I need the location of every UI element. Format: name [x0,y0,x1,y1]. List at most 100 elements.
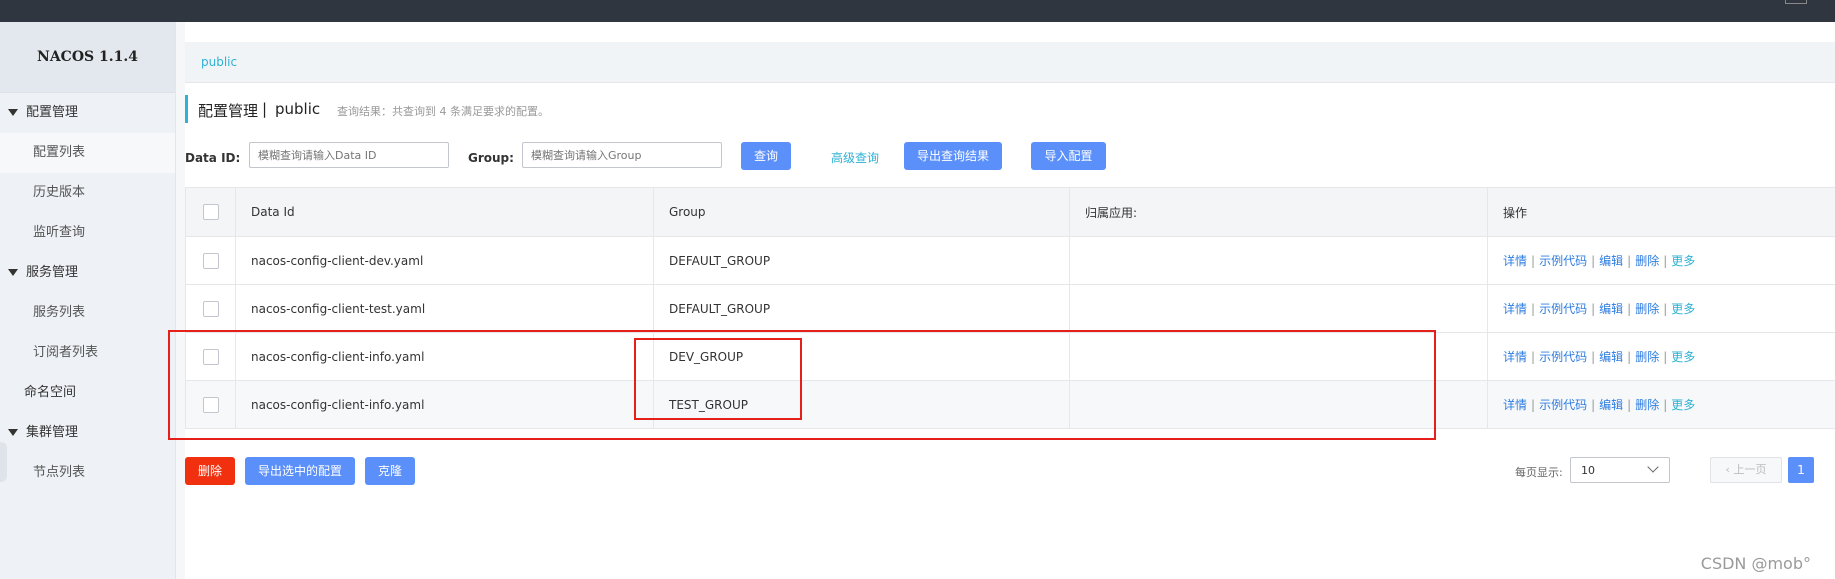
edit-link[interactable]: 编辑 [1599,254,1623,268]
ops-cell: 详情 | 示例代码 | 编辑 | 删除 | 更多 [1487,236,1835,285]
page-number-current[interactable]: 1 [1788,457,1814,483]
group-cell: DEFAULT_GROUP [653,284,1070,333]
detail-link[interactable]: 详情 [1503,350,1527,364]
select-all-checkbox[interactable] [202,204,219,220]
op-separator: | [1663,302,1668,316]
data-id-input[interactable] [249,142,449,168]
prev-page-label: 上一页 [1733,463,1767,476]
detail-link[interactable]: 详情 [1503,254,1527,268]
ops-cell: 详情 | 示例代码 | 编辑 | 删除 | 更多 [1487,284,1835,333]
caret-down-icon [8,109,18,116]
query-button[interactable]: 查询 [741,142,791,170]
group-cell: DEFAULT_GROUP [653,236,1070,285]
data-id-cell: nacos-config-client-info.yaml [235,332,654,381]
edit-link[interactable]: 编辑 [1599,350,1623,364]
table-row: nacos-config-client-info.yaml DEV_GROUP … [185,332,1835,381]
op-separator: | [1663,254,1668,268]
group-cell: DEV_GROUP [653,332,1070,381]
data-id-cell: nacos-config-client-dev.yaml [235,236,654,285]
row-checkbox-cell [185,236,236,285]
pagination: 每页显示: 10 ‹ 上一页 1 [1515,457,1835,485]
row-checkbox[interactable] [202,348,219,365]
app-cell [1069,236,1488,285]
edit-link[interactable]: 编辑 [1599,398,1623,412]
column-header: Group [653,187,1070,237]
sidebar-item-listener[interactable]: 监听查询 [0,213,175,253]
bulk-delete-button[interactable]: 删除 [185,457,235,485]
sidebar-group-config[interactable]: 配置管理 [0,93,175,133]
export-results-button[interactable]: 导出查询结果 [904,142,1002,170]
sidebar-item-history[interactable]: 历史版本 [0,173,175,213]
row-checkbox[interactable] [202,300,219,317]
page-size-select[interactable]: 10 [1570,457,1670,483]
sidebar-group-label: 集群管理 [26,425,79,440]
table-header-row: Data Id Group 归属应用: 操作 [185,187,1835,237]
table-row: nacos-config-client-dev.yaml DEFAULT_GRO… [185,236,1835,285]
op-separator: | [1531,398,1536,412]
sidebar-item-subscribers[interactable]: 订阅者列表 [0,333,175,373]
app-cell [1069,380,1488,429]
row-checkbox-cell [185,380,236,429]
detail-link[interactable]: 详情 [1503,302,1527,316]
detail-link[interactable]: 详情 [1503,398,1527,412]
delete-link[interactable]: 删除 [1635,350,1659,364]
ops-cell: 详情 | 示例代码 | 编辑 | 删除 | 更多 [1487,380,1835,429]
sidebar-item-namespace[interactable]: 命名空间 [0,373,175,413]
group-cell: TEST_GROUP [653,380,1070,429]
more-link[interactable]: 更多 [1671,302,1695,316]
import-config-button[interactable]: 导入配置 [1031,142,1106,170]
sidebar-item-service-list[interactable]: 服务列表 [0,293,175,333]
sample-code-link[interactable]: 示例代码 [1539,350,1587,364]
op-separator: | [1663,350,1668,364]
data-id-label: Data ID: [185,151,241,165]
data-id-cell: nacos-config-client-info.yaml [235,380,654,429]
caret-down-icon [8,429,18,436]
page-namespace: public [275,100,321,118]
table-row: nacos-config-client-test.yaml DEFAULT_GR… [185,284,1835,333]
app-cell [1069,284,1488,333]
delete-link[interactable]: 删除 [1635,254,1659,268]
row-checkbox[interactable] [202,396,219,413]
page-size-value: 10 [1581,464,1595,477]
sample-code-link[interactable]: 示例代码 [1539,254,1587,268]
sidebar-item-nodes[interactable]: 节点列表 [0,453,175,493]
namespace-tab[interactable]: public [201,55,237,69]
sidebar-group-service[interactable]: 服务管理 [0,253,175,293]
page-title: 配置管理 [198,102,259,120]
edit-link[interactable]: 编辑 [1599,302,1623,316]
sidebar-group-label: 配置管理 [26,105,79,120]
op-separator: | [1591,254,1596,268]
more-link[interactable]: 更多 [1671,350,1695,364]
bulk-actions: 删除 导出选中的配置 克隆 [185,457,985,485]
op-separator: | [1591,302,1596,316]
prev-page-button[interactable]: ‹ 上一页 [1710,457,1782,483]
delete-link[interactable]: 删除 [1635,398,1659,412]
sidebar-group-cluster[interactable]: 集群管理 [0,413,175,453]
delete-link[interactable]: 删除 [1635,302,1659,316]
advanced-query-link[interactable]: 高级查询 [831,149,879,166]
more-link[interactable]: 更多 [1671,398,1695,412]
column-header: 操作 [1487,187,1835,237]
op-separator: | [1627,254,1632,268]
op-separator: | [1627,302,1632,316]
breadcrumb: public [185,42,1835,83]
filter-bar: Data ID: Group: 查询 高级查询 导出查询结果 导入配置 [185,142,1385,176]
op-separator: | [1531,350,1536,364]
sidebar-group-label: 服务管理 [26,265,79,280]
sidebar-collapse-handle[interactable] [0,442,7,482]
data-id-cell: nacos-config-client-test.yaml [235,284,654,333]
chevron-down-icon [1647,461,1659,473]
column-header: 归属应用: [1069,187,1488,237]
sample-code-link[interactable]: 示例代码 [1539,398,1587,412]
more-link[interactable]: 更多 [1671,254,1695,268]
sample-code-link[interactable]: 示例代码 [1539,302,1587,316]
config-table: Data Id Group 归属应用: 操作 nacos-config-clie… [185,187,1835,429]
sidebar-item-config-list[interactable]: 配置列表 [0,133,175,173]
query-result-hint: 查询结果：共查询到 4 条满足要求的配置。 [337,105,549,118]
op-separator: | [1591,350,1596,364]
watermark: CSDN @mob° [1700,554,1811,573]
group-input[interactable] [522,142,722,168]
export-selected-button[interactable]: 导出选中的配置 [245,457,355,485]
row-checkbox[interactable] [202,252,219,269]
clone-button[interactable]: 克隆 [365,457,415,485]
